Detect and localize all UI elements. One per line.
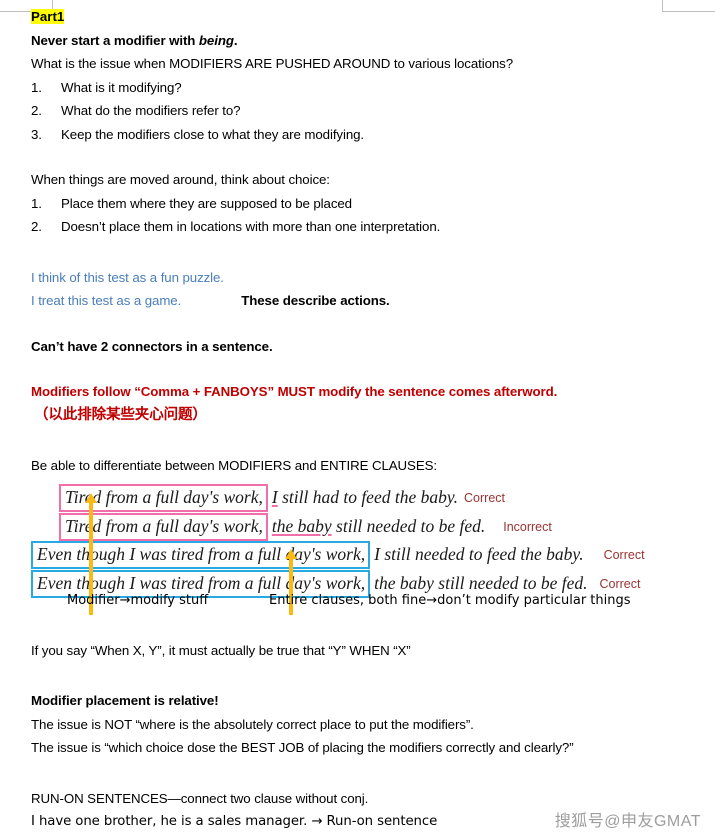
annotation-entire-clauses: Entire clauses, both fine→don’t modify p… <box>269 592 631 608</box>
blue-example-sentence-2: I treat this test as a game. <box>31 293 182 308</box>
list-number: 2. <box>31 219 42 234</box>
list-text: Keep the modifiers close to what they ar… <box>61 126 365 142</box>
clause-box-blue: Even though I was tired from a full day'… <box>31 540 371 569</box>
rule-when-x-y: If you say “When X, Y”, it must actually… <box>31 642 411 658</box>
modifier-box-pink: Tired from a full day's work, <box>59 483 268 512</box>
examples-block: Tired from a full day's work, I still ha… <box>31 483 697 615</box>
list-number: 1. <box>31 79 42 95</box>
example-clause-tail: I still needed to feed the baby. <box>374 544 583 565</box>
list-text: What do the modifiers refer to? <box>61 103 241 118</box>
list-number: 2. <box>31 103 42 118</box>
clause-rest: still had to feed the baby. <box>277 487 459 507</box>
example-row: Tired from a full day's work, I still ha… <box>31 483 697 513</box>
modifier-box-pink: Tired from a full day's work, <box>59 512 268 541</box>
list-text: Doesn’t place them in locations with mor… <box>61 219 441 234</box>
heading-suffix: . <box>233 32 238 48</box>
example-row: Even though I was tired from a full day'… <box>31 540 697 570</box>
blue-example-note: These describe actions. <box>241 293 390 308</box>
annotation-row: Modifier→modify stuff Entire clauses, bo… <box>31 593 697 617</box>
underlined-subject: the baby <box>271 516 332 536</box>
rule-fanboys-chinese-note: （以此排除某些夹心问题） <box>34 406 207 423</box>
status-badge: Correct <box>603 547 645 562</box>
list-item: 2. Doesn’t place them in locations with m… <box>31 215 697 239</box>
question-modifiers-pushed: What is the issue when MODIFIERS ARE PUS… <box>31 56 513 71</box>
placement-issue-not: The issue is NOT “where is the absolutel… <box>31 716 474 732</box>
heading-modifier-placement: Modifier placement is relative! <box>31 693 219 708</box>
rule-two-connectors: Can’t have 2 connectors in a sentence. <box>31 338 273 354</box>
status-badge: Correct <box>464 490 506 505</box>
clause-rest: still needed to be fed. <box>331 516 486 536</box>
heading-prefix: Never start a modifier with <box>31 32 199 48</box>
list-item: 2. What do the modifiers refer to? <box>31 99 697 123</box>
status-badge: Incorrect <box>503 519 552 534</box>
part-label-line: Part1 <box>31 5 697 29</box>
intro-differentiate: Be able to differentiate between MODIFIE… <box>31 458 437 473</box>
clause-rest: the baby still needed to be fed. <box>374 573 588 593</box>
list-item: 1. Place them where they are supposed to … <box>31 192 697 216</box>
heading-italic-word: being <box>198 32 234 48</box>
part-label-highlight: Part1 <box>31 9 65 24</box>
list-number: 1. <box>31 195 42 211</box>
heading-never-start-modifier: Never start a modifier with being. <box>31 29 697 53</box>
example-clause-tail: the baby still needed to be fed. <box>272 516 485 537</box>
rule-fanboys: Modifiers follow “Comma + FANBOYS” MUST … <box>31 384 558 399</box>
blue-example-sentence-1: I think of this test as a fun puzzle. <box>31 269 224 285</box>
document-body: Part1 Never start a modifier with being.… <box>0 0 715 839</box>
example-clause-tail: I still had to feed the baby. <box>272 487 458 508</box>
example-clause-tail: the baby still needed to be fed. <box>374 573 587 594</box>
example-row: Tired from a full day's work, the baby s… <box>31 512 697 542</box>
list-item: 1. What is it modifying? <box>31 76 697 100</box>
clause-rest: I still needed to feed the baby. <box>374 544 584 564</box>
list-text: What is it modifying? <box>61 79 182 95</box>
intro-when-things-moved: When things are moved around, think abou… <box>31 172 330 187</box>
list-text: Place them where they are supposed to be… <box>61 195 352 211</box>
list-item: 3. Keep the modifiers close to what they … <box>31 123 697 147</box>
placement-issue-is: The issue is “which choice dose the BEST… <box>31 740 574 755</box>
blue-example-row-2: I treat this test as a game. These descri… <box>31 289 697 313</box>
status-badge: Correct <box>599 576 641 591</box>
list-number: 3. <box>31 126 42 142</box>
watermark: 搜狐号@申友GMAT <box>554 813 701 830</box>
annotation-modifier: Modifier→modify stuff <box>67 592 209 608</box>
